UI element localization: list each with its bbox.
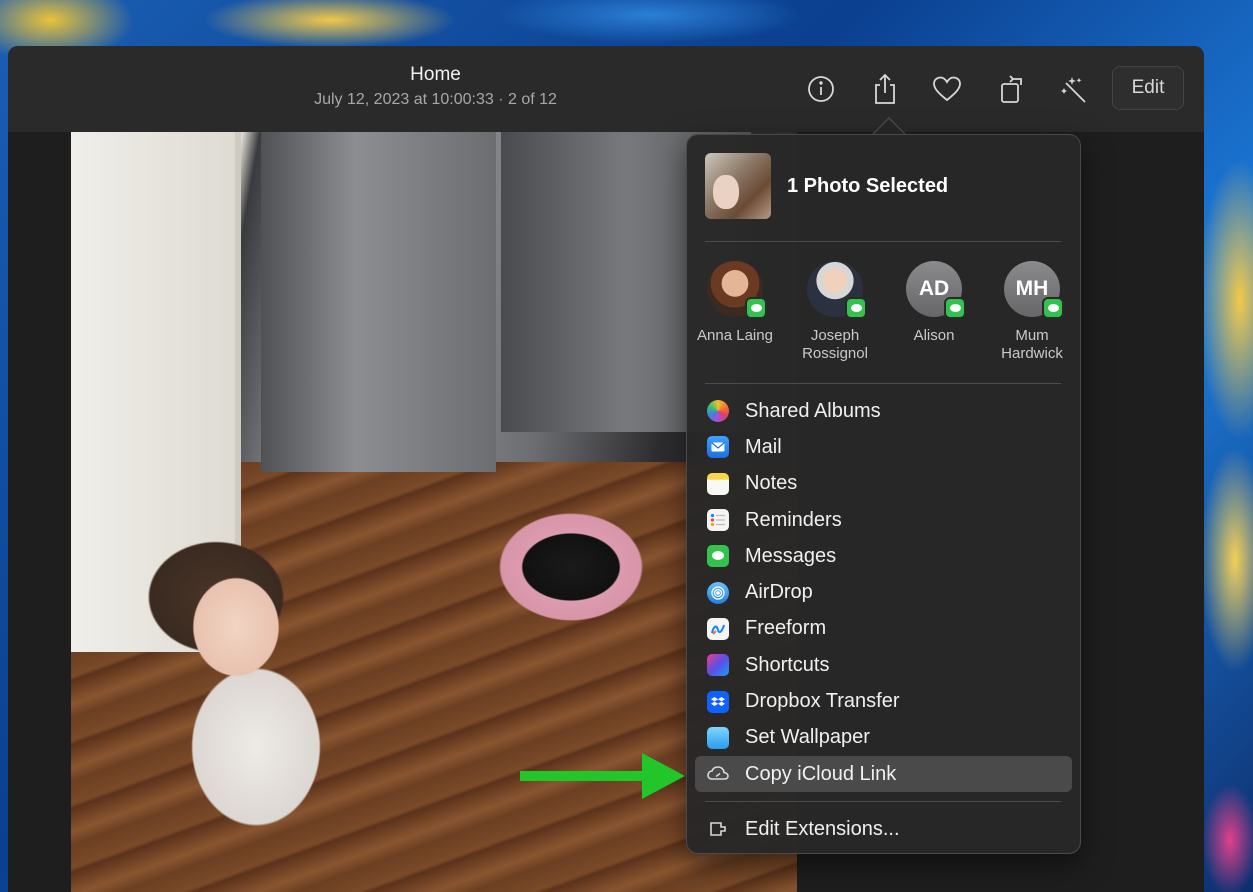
contact-joseph-rossignol[interactable]: Joseph Rossignol	[787, 261, 883, 363]
messages-badge-icon	[944, 297, 966, 319]
toolbar: Home July 12, 2023 at 10:00:33 · 2 of 12…	[8, 46, 1204, 132]
messages-badge-icon	[745, 297, 767, 319]
extensions-icon	[707, 818, 729, 840]
divider	[705, 801, 1061, 802]
photo-fridge-left	[261, 132, 496, 472]
heart-icon[interactable]	[932, 72, 962, 106]
menu-item-freeform[interactable]: Freeform	[687, 611, 1080, 647]
menu-item-airdrop[interactable]: AirDrop	[687, 574, 1080, 610]
photo-subtitle: July 12, 2023 at 10:00:33 · 2 of 12	[314, 91, 557, 108]
contact-alison[interactable]: AD Alison	[886, 261, 982, 345]
freeform-icon	[707, 617, 729, 640]
reminders-icon	[707, 509, 729, 532]
avatar: MH	[1004, 261, 1064, 319]
share-menu: Shared Albums Mail Notes Reminders Messa…	[687, 393, 1080, 793]
menu-item-dropbox-transfer[interactable]: Dropbox Transfer	[687, 683, 1080, 719]
menu-item-label: AirDrop	[745, 581, 813, 604]
rotate-icon[interactable]	[998, 72, 1028, 106]
dropbox-icon	[707, 690, 729, 713]
menu-item-shortcuts[interactable]: Shortcuts	[687, 647, 1080, 683]
contact-name: Alison	[913, 327, 955, 344]
contact-name: Anna Laing	[697, 327, 773, 344]
airdrop-icon	[707, 581, 729, 604]
avatar-initials: AD	[918, 277, 950, 300]
share-header: 1 Photo Selected	[705, 153, 948, 219]
popover-arrow-inner	[873, 119, 905, 135]
contact-suggestions: Anna Laing Joseph Rossignol AD Alison MH…	[687, 261, 1080, 371]
auto-enhance-icon[interactable]	[1058, 72, 1088, 106]
menu-item-label: Messages	[745, 544, 837, 567]
selected-photo-thumbnail	[705, 153, 771, 219]
contact-name: Mum Hardwick	[1001, 327, 1063, 362]
notes-icon	[707, 472, 729, 495]
shortcuts-icon	[707, 654, 729, 677]
divider	[705, 241, 1061, 242]
info-icon[interactable]	[806, 72, 836, 106]
messages-icon	[707, 545, 729, 568]
share-icon[interactable]	[870, 72, 900, 106]
menu-item-notes[interactable]: Notes	[687, 466, 1080, 502]
photo-stroller	[471, 487, 671, 647]
avatar: AD	[906, 261, 966, 319]
divider	[705, 383, 1061, 384]
menu-item-label: Edit Extensions...	[745, 817, 900, 840]
menu-item-mail[interactable]: Mail	[687, 429, 1080, 465]
menu-item-label: Shortcuts	[745, 653, 830, 676]
photo-child	[96, 517, 366, 847]
menu-item-label: Shared Albums	[745, 399, 881, 422]
annotation-arrow	[520, 753, 685, 799]
mail-icon	[707, 436, 729, 459]
menu-item-copy-icloud-link[interactable]: Copy iCloud Link	[695, 755, 1072, 793]
menu-item-label: Notes	[745, 472, 798, 495]
menu-item-label: Mail	[745, 435, 782, 458]
contact-mum-hardwick[interactable]: MH Mum Hardwick	[984, 261, 1080, 363]
contact-anna-laing[interactable]: Anna Laing	[687, 261, 783, 345]
photo-title: Home	[410, 64, 461, 85]
title-block: Home July 12, 2023 at 10:00:33 · 2 of 12	[268, 64, 603, 109]
menu-item-shared-albums[interactable]: Shared Albums	[687, 393, 1080, 429]
menu-item-label: Reminders	[745, 508, 842, 531]
menu-item-messages[interactable]: Messages	[687, 538, 1080, 574]
messages-badge-icon	[845, 297, 867, 319]
avatar	[807, 261, 867, 319]
edit-button[interactable]: Edit	[1112, 66, 1184, 110]
menu-item-edit-extensions[interactable]: Edit Extensions...	[687, 811, 1080, 847]
menu-item-label: Copy iCloud Link	[745, 762, 897, 785]
contact-name: Joseph Rossignol	[802, 327, 868, 362]
menu-item-reminders[interactable]: Reminders	[687, 502, 1080, 538]
share-sheet: 1 Photo Selected Anna Laing Joseph Rossi…	[686, 134, 1081, 854]
menu-item-label: Dropbox Transfer	[745, 690, 900, 713]
menu-item-label: Set Wallpaper	[745, 726, 870, 749]
shared-albums-icon	[707, 400, 729, 423]
link-icon	[707, 763, 729, 785]
menu-item-set-wallpaper[interactable]: Set Wallpaper	[687, 720, 1080, 756]
selection-count: 1 Photo Selected	[787, 174, 949, 197]
menu-item-label: Freeform	[745, 617, 827, 640]
avatar	[707, 261, 767, 319]
messages-badge-icon	[1042, 297, 1064, 319]
wallpaper-icon	[707, 726, 729, 749]
